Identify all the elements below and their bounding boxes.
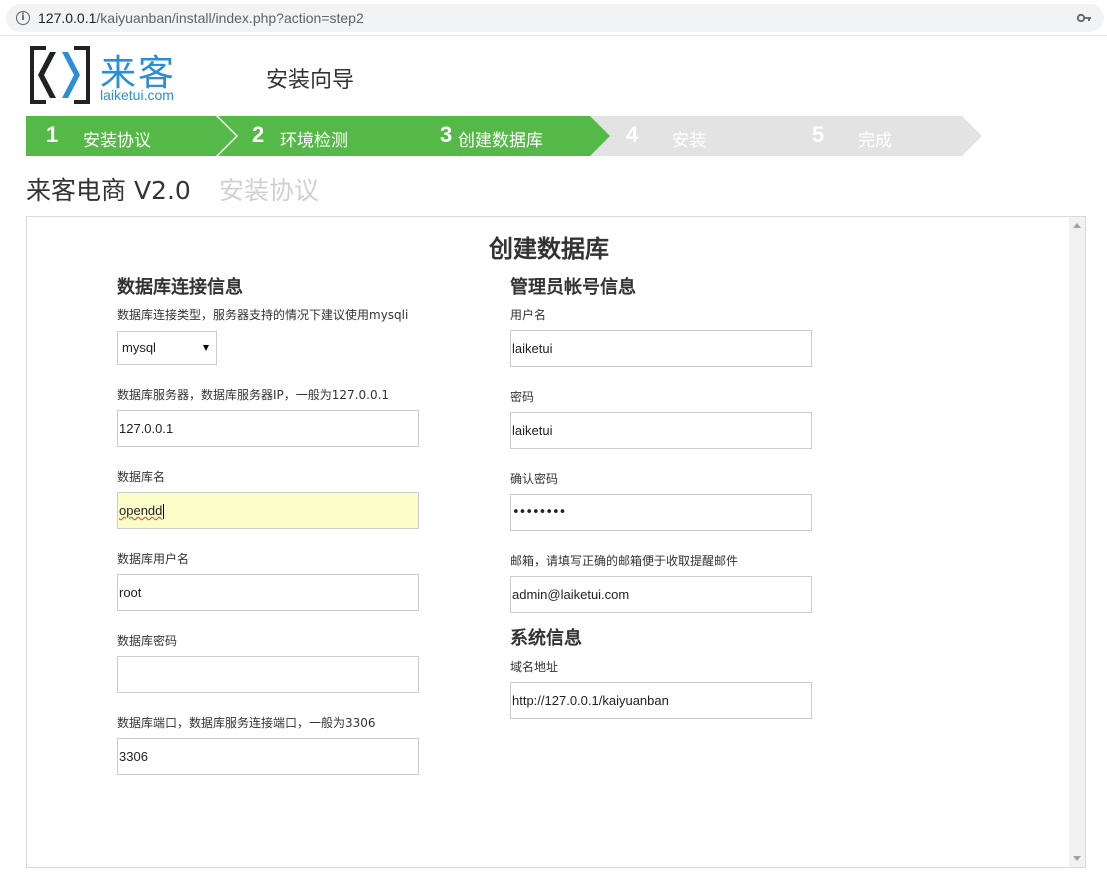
product-title: 来客电商 V2.0	[26, 176, 191, 205]
admin-password-label: 密码	[510, 390, 535, 404]
admin-email-input[interactable]: admin@laiketui.com	[510, 576, 812, 613]
step-2-number: 2	[252, 122, 265, 147]
admin-username-input[interactable]: laiketui	[510, 330, 812, 367]
db-user-input[interactable]: root	[117, 574, 419, 611]
url-path: /kaiyuanban/install/index.php?action=ste…	[96, 10, 364, 26]
admin-confirm-label: 确认密码	[510, 472, 559, 486]
db-type-label: 数据库连接类型，服务器支持的情况下建议使用mysqli	[117, 308, 409, 322]
db-port-label: 数据库端口，数据库服务连接端口，一般为3306	[117, 716, 376, 730]
logo-mark-icon	[30, 46, 90, 104]
site-info-icon[interactable]: i	[16, 11, 30, 25]
db-type-select[interactable]: mysql	[117, 331, 217, 365]
step-5-number: 5	[812, 122, 825, 147]
product-subtitle: 安装协议	[219, 176, 320, 205]
logo-en-text: laiketui.com	[100, 87, 174, 103]
admin-confirm-input[interactable]: ••••••••	[510, 494, 812, 531]
domain-input[interactable]: http://127.0.0.1/kaiyuanban	[510, 682, 812, 719]
step-2-label: 环境检测	[280, 131, 348, 151]
step-4-number: 4	[626, 122, 639, 147]
logo: 来客 laiketui.com	[28, 44, 188, 108]
step-4: 4 安装	[590, 116, 800, 156]
step-3-label: 创建数据库	[458, 131, 543, 151]
step-3-number: 3	[440, 122, 453, 147]
step-4-label: 安装	[672, 131, 706, 151]
db-user-label: 数据库用户名	[117, 552, 190, 566]
db-server-label: 数据库服务器，数据库服务器IP，一般为127.0.0.1	[117, 388, 390, 402]
page-heading: 创建数据库	[489, 235, 609, 263]
system-section-title: 系统信息	[510, 628, 582, 649]
wizard-title: 安装向导	[266, 68, 355, 93]
step-1-label: 安装协议	[83, 131, 151, 151]
domain-label: 域名地址	[510, 660, 559, 674]
db-password-label: 数据库密码	[117, 634, 178, 648]
db-password-input[interactable]	[117, 656, 419, 693]
db-server-input[interactable]: 127.0.0.1	[117, 410, 419, 447]
step-2: 2 环境检测	[218, 116, 428, 156]
admin-username-label: 用户名	[510, 308, 547, 322]
admin-email-label: 邮箱，请填写正确的邮箱便于收取提醒邮件	[510, 554, 739, 568]
dropdown-arrow-icon	[203, 345, 209, 351]
db-port-input[interactable]: 3306	[117, 738, 419, 775]
url-text[interactable]: 127.0.0.1/kaiyuanban/install/index.php?a…	[38, 10, 364, 26]
db-name-input[interactable]: opendd	[117, 492, 419, 529]
step-progress-bar: 1 安装协议 2 环境检测 3 创建数据库 4 安装 5 完成	[26, 116, 986, 156]
step-1: 1 安装协议	[26, 116, 236, 156]
browser-address-bar: i 127.0.0.1/kaiyuanban/install/index.php…	[0, 0, 1107, 36]
vertical-scrollbar[interactable]	[1069, 217, 1085, 867]
admin-password-input[interactable]: laiketui	[510, 412, 812, 449]
key-icon[interactable]	[1076, 10, 1092, 26]
text-caret	[163, 504, 165, 520]
admin-section-title: 管理员帐号信息	[510, 277, 636, 298]
step-5: 5 完成	[776, 116, 986, 156]
db-section-title: 数据库连接信息	[117, 277, 243, 298]
scroll-up-arrow-icon[interactable]	[1073, 223, 1081, 228]
step-3: 3 创建数据库	[404, 116, 614, 156]
omnibox[interactable]: i 127.0.0.1/kaiyuanban/install/index.php…	[6, 4, 1104, 32]
scroll-down-arrow-icon[interactable]	[1073, 856, 1081, 861]
step-5-label: 完成	[858, 131, 892, 151]
url-host: 127.0.0.1	[38, 10, 97, 26]
step-1-number: 1	[46, 122, 59, 147]
db-name-label: 数据库名	[117, 470, 166, 484]
install-form-frame: 创建数据库 数据库连接信息 数据库连接类型，服务器支持的情况下建议使用mysql…	[26, 216, 1086, 868]
